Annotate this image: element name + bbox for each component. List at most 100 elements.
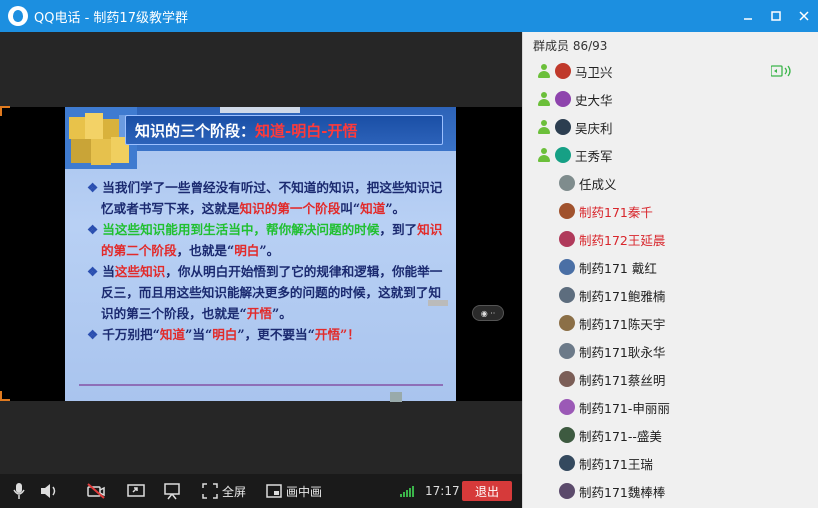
- member-item[interactable]: 制药172王延晨: [523, 225, 818, 253]
- avatar: [559, 259, 575, 275]
- presence-icon: [537, 92, 551, 106]
- member-name: 制药171-申丽丽: [579, 400, 670, 416]
- member-item[interactable]: 吴庆利: [523, 113, 818, 141]
- pip-button[interactable]: 画中画: [266, 474, 322, 508]
- member-panel: 群成员 86/93 马卫兴 史大华 吴庆利 王秀军 任成义 制药171秦千 制药172王延晨…: [522, 32, 818, 508]
- avatar: [559, 343, 575, 359]
- slide-text-run: ”当“: [185, 327, 213, 342]
- member-item[interactable]: 制药171 戴红: [523, 253, 818, 281]
- bullet-icon: ❖: [87, 222, 99, 237]
- fullscreen-label: 全屏: [222, 484, 247, 499]
- frame-corner: [0, 391, 10, 401]
- slide-text-run: 知识的第一个阶段: [239, 201, 341, 216]
- slide-paragraph: ❖ 千万别把“知道”当“明白”，更不要当“开悟”！: [87, 324, 447, 345]
- member-name: 制药171蔡丝明: [579, 372, 666, 388]
- member-item[interactable]: 王秀军: [523, 141, 818, 169]
- slide-text-run: 开悟: [314, 327, 341, 342]
- slide-title: 知识的三个阶段：知道-明白-开悟: [135, 120, 357, 141]
- slide-text-run: 开悟: [246, 306, 272, 321]
- slide-text-run: 明白: [234, 243, 260, 258]
- slide-text-run: 叫“: [340, 201, 361, 216]
- microphone-button[interactable]: [12, 474, 26, 508]
- slide-paragraph: ❖ 当这些知识，你从明白开始悟到了它的规律和逻辑，你能举一反三，而且用这些知识能解…: [87, 261, 447, 324]
- slide-paragraph: ❖ 当这些知识能用到生活当中，帮你解决问题的时候，到了知识的第二个阶段，也就是“明…: [87, 219, 447, 261]
- member-name: 吴庆利: [575, 120, 613, 136]
- speaking-indicator-icon: [771, 65, 791, 77]
- member-item[interactable]: 马卫兴: [523, 57, 818, 85]
- member-item[interactable]: 任成义: [523, 169, 818, 197]
- slide-text-run: 千万别把“: [102, 327, 160, 342]
- member-name: 制药171陈天宇: [579, 316, 666, 332]
- avatar: [559, 231, 575, 247]
- minimize-button[interactable]: [734, 0, 762, 32]
- member-item[interactable]: 制药171鲍雅楠: [523, 281, 818, 309]
- avatar: [559, 287, 575, 303]
- camera-overlay-icon[interactable]: ◉ ··: [472, 305, 504, 321]
- avatar: [559, 427, 575, 443]
- member-name: 制药172王延晨: [579, 232, 666, 248]
- member-name: 制药171 戴红: [579, 260, 657, 276]
- avatar: [559, 483, 575, 499]
- microphone-icon: [13, 483, 25, 499]
- minimize-icon: [744, 18, 752, 20]
- member-item[interactable]: 制药171-申丽丽: [523, 393, 818, 421]
- bullet-icon: ❖: [87, 327, 99, 342]
- close-button[interactable]: [790, 0, 818, 32]
- member-name: 任成义: [579, 176, 617, 192]
- bullet-icon: ❖: [87, 264, 99, 279]
- share-screen-button[interactable]: [126, 474, 146, 508]
- maximize-icon: [771, 11, 781, 21]
- slide-text-run: 知道: [360, 201, 386, 216]
- member-item[interactable]: 制药171--盛美: [523, 421, 818, 449]
- member-item[interactable]: 制药171耿永华: [523, 337, 818, 365]
- speaker-icon: [41, 484, 56, 498]
- exit-call-button[interactable]: 退出: [462, 481, 512, 501]
- close-icon: [799, 11, 809, 21]
- member-item[interactable]: 史大华: [523, 85, 818, 113]
- avatar: [559, 371, 575, 387]
- frame-corner: [0, 106, 10, 116]
- presence-icon: [537, 148, 551, 162]
- fullscreen-button[interactable]: 全屏: [202, 474, 246, 508]
- avatar: [555, 91, 571, 107]
- window-title: QQ电话 - 制药17级教学群: [34, 10, 188, 26]
- slide-text-run: ，: [165, 264, 178, 279]
- slide-body: ❖ 当我们学了一些曾经没有听过、不知道的知识，把这些知识记忆或者书写下来，这就是知…: [87, 177, 447, 345]
- avatar: [555, 63, 571, 79]
- slide-text-run: 这些知识: [114, 264, 166, 279]
- share-screen-icon: [127, 484, 145, 497]
- call-duration: 17:17: [425, 484, 460, 498]
- signal-strength-icon: [400, 485, 414, 497]
- slide-title-prefix: 知识的三个阶段：: [135, 122, 256, 140]
- maximize-button[interactable]: [762, 0, 790, 32]
- member-item[interactable]: 制药171魏棒棒: [523, 477, 818, 505]
- member-name: 制药171耿永华: [579, 344, 666, 360]
- member-name: 史大华: [575, 92, 613, 108]
- slide-title-highlight: 知道-明白-开悟: [255, 122, 358, 140]
- presentation-slide: 知识的三个阶段：知道-明白-开悟 ❖ 当我们学了一些曾经没有听过、不知道的知识，把…: [65, 107, 456, 401]
- slide-text-run: ，也就是“: [176, 243, 235, 258]
- camera-off-button[interactable]: [86, 474, 106, 508]
- slide-text-run: ”！: [340, 327, 360, 342]
- member-name: 制药171王瑞: [579, 456, 653, 472]
- presentation-icon: [164, 483, 180, 500]
- slide-text-run: 当: [102, 264, 115, 279]
- presentation-button[interactable]: [162, 474, 182, 508]
- member-name: 制药171魏棒棒: [579, 484, 666, 500]
- title-bar: QQ电话 - 制药17级教学群: [0, 0, 818, 32]
- member-item[interactable]: 制药171王瑞: [523, 449, 818, 477]
- member-item[interactable]: 制药171陈天宇: [523, 309, 818, 337]
- member-item[interactable]: 制药171秦千: [523, 197, 818, 225]
- avatar: [559, 315, 575, 331]
- member-name: 王秀军: [575, 148, 613, 164]
- bullet-icon: ❖: [87, 180, 99, 195]
- avatar: [555, 119, 571, 135]
- member-name: 制药171--盛美: [579, 428, 662, 444]
- presence-icon: [537, 64, 551, 78]
- presence-icon: [537, 120, 551, 134]
- member-item[interactable]: 制药171蔡丝明: [523, 365, 818, 393]
- slide-text-run: ”，更不要当“: [237, 327, 315, 342]
- speaker-button[interactable]: [40, 474, 60, 508]
- avatar: [559, 399, 575, 415]
- fullscreen-icon: [202, 483, 218, 499]
